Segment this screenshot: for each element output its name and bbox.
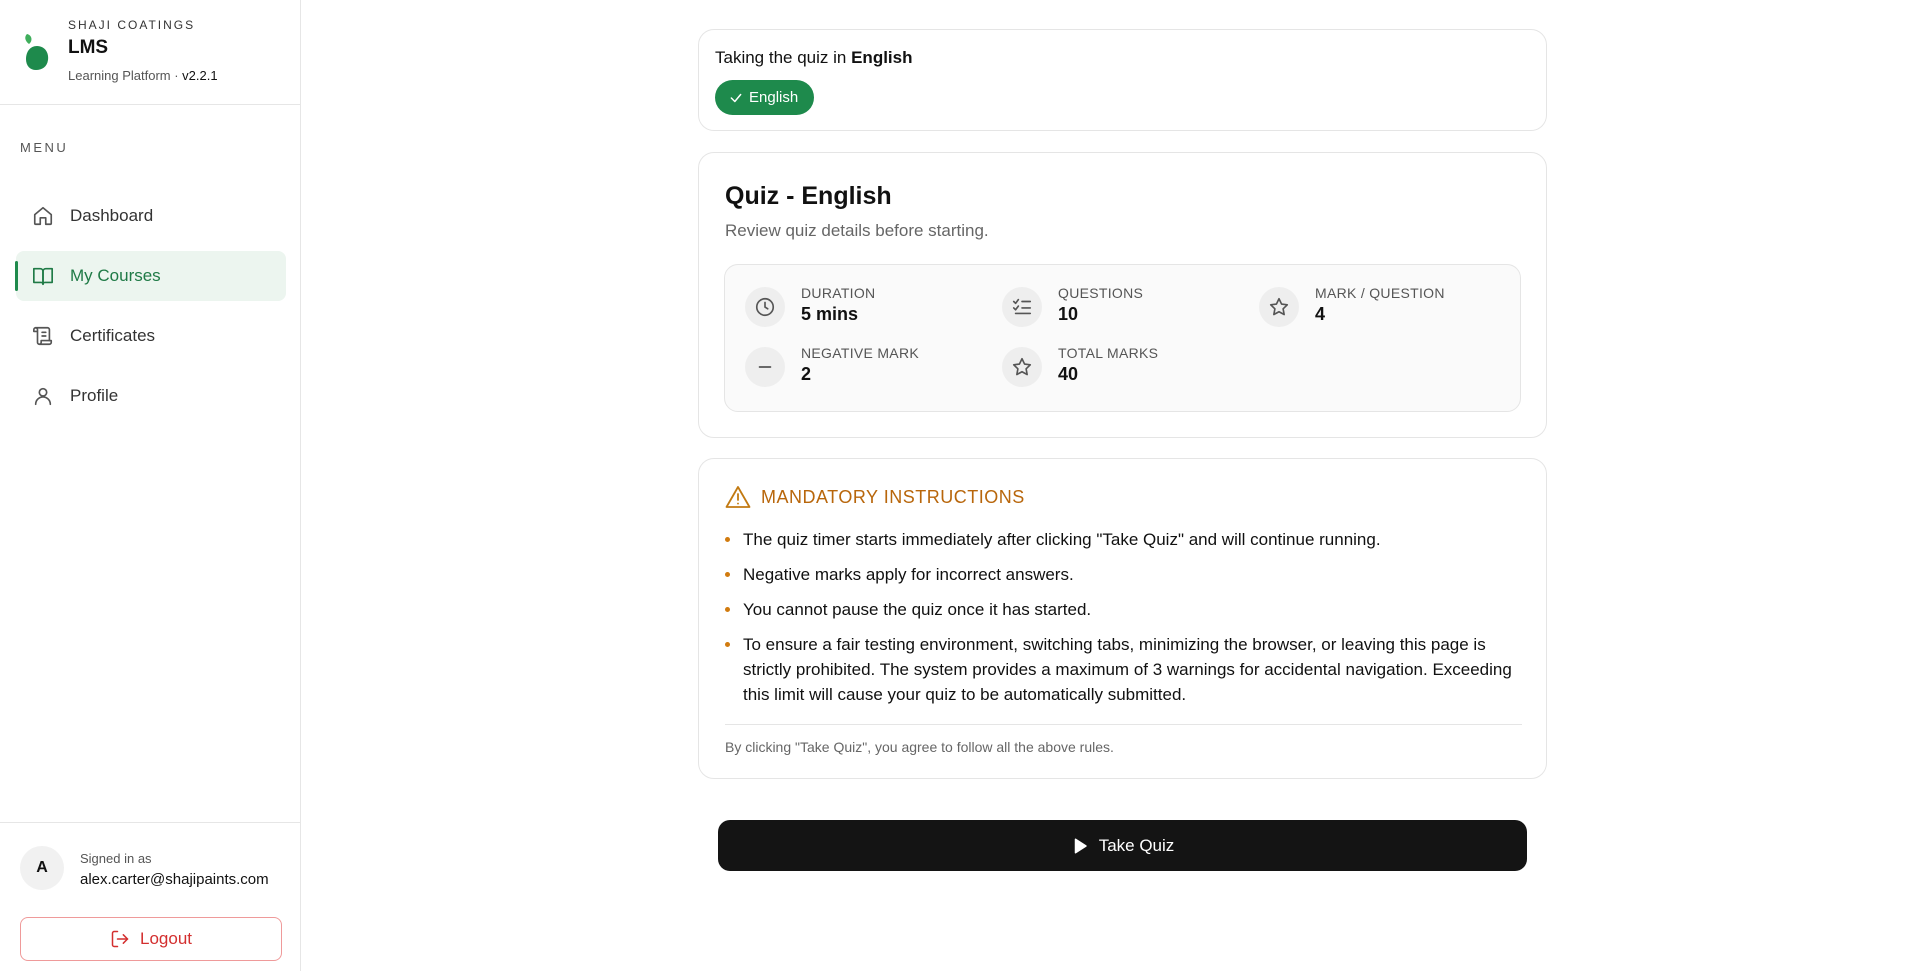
- brand-company: SHAJI COATINGS: [68, 18, 196, 32]
- sidebar-footer-divider: [0, 822, 301, 823]
- minus-icon: [745, 347, 785, 387]
- stat-total-marks: TOTAL MARKS 40: [1002, 345, 1242, 391]
- brand-name: LMS: [68, 37, 109, 58]
- stat-mark-per-question: MARK / QUESTION 4: [1259, 285, 1499, 331]
- instructions-title: MANDATORY INSTRUCTIONS: [761, 486, 1025, 507]
- language-chip-label: English: [749, 89, 799, 106]
- logout-button[interactable]: Logout: [20, 917, 282, 961]
- quiz-stats: DURATION 5 mins QUESTIONS 10 MARK / QUES…: [724, 264, 1521, 412]
- take-quiz-button[interactable]: Take Quiz: [718, 820, 1527, 871]
- sidebar-item-dashboard[interactable]: Dashboard: [16, 191, 286, 241]
- play-icon: [1071, 837, 1089, 855]
- brand-logo-icon: [25, 34, 49, 70]
- stat-value: 4: [1315, 304, 1326, 324]
- sidebar-item-label: Certificates: [70, 326, 156, 345]
- check-icon: [729, 91, 743, 105]
- star-icon: [1259, 287, 1299, 327]
- stat-value: 10: [1058, 304, 1079, 324]
- brand-subtitle: Learning Platform · v2.2.1: [68, 68, 218, 83]
- signed-in-label: Signed in as: [80, 851, 152, 866]
- stat-label: NEGATIVE MARK: [801, 345, 919, 361]
- brand: SHAJI COATINGS LMS Learning Platform · v…: [24, 18, 284, 88]
- take-quiz-label: Take Quiz: [1098, 835, 1175, 855]
- instructions-card: MANDATORY INSTRUCTIONS The quiz timer st…: [698, 458, 1547, 779]
- language-current: English: [851, 48, 913, 67]
- warning-icon: [725, 485, 751, 509]
- list-checks-icon: [1002, 287, 1042, 327]
- quiz-details-card: Quiz - English Review quiz details befor…: [698, 152, 1547, 438]
- user-email: alex.carter@shajipaints.com: [80, 871, 269, 888]
- book-open-icon: [32, 265, 54, 287]
- language-chip-english[interactable]: English: [715, 80, 815, 115]
- clock-icon: [745, 287, 785, 327]
- stat-duration: DURATION 5 mins: [745, 285, 985, 331]
- stat-negative-mark: NEGATIVE MARK 2: [745, 345, 985, 391]
- sidebar-item-certificates[interactable]: Certificates: [16, 311, 286, 361]
- avatar: A: [20, 846, 64, 890]
- sidebar-item-my-courses[interactable]: My Courses: [15, 251, 286, 301]
- instruction-item: You cannot pause the quiz once it has st…: [725, 597, 1515, 622]
- quiz-title: Quiz - English: [725, 182, 892, 210]
- instruction-item: Negative marks apply for incorrect answe…: [725, 562, 1515, 587]
- stat-value: 40: [1058, 364, 1079, 384]
- sidebar-nav: Dashboard My Courses Certificates Profil…: [15, 191, 286, 431]
- brand-version: v2.2.1: [182, 68, 218, 83]
- sidebar-item-label: Profile: [70, 386, 119, 405]
- sidebar-item-label: My Courses: [70, 266, 161, 285]
- instruction-item: The quiz timer starts immediately after …: [725, 527, 1515, 552]
- quiz-subtitle: Review quiz details before starting.: [725, 221, 989, 240]
- sidebar-item-profile[interactable]: Profile: [16, 371, 286, 421]
- brand-subtitle-text: Learning Platform ·: [68, 68, 183, 83]
- sidebar-divider: [0, 104, 301, 105]
- user-icon: [32, 385, 54, 407]
- stat-questions: QUESTIONS 10: [1002, 285, 1242, 331]
- stat-label: MARK / QUESTION: [1315, 285, 1445, 301]
- home-icon: [32, 205, 54, 227]
- instructions-footer: By clicking "Take Quiz", you agree to fo…: [725, 739, 1114, 755]
- menu-title: MENU: [20, 140, 69, 155]
- sidebar-item-label: Dashboard: [70, 206, 154, 225]
- instructions-list: The quiz timer starts immediately after …: [725, 527, 1515, 717]
- instructions-divider: [725, 724, 1522, 725]
- language-card: Taking the quiz in English English: [698, 29, 1547, 131]
- star-icon: [1002, 347, 1042, 387]
- language-prefix: Taking the quiz in: [715, 48, 852, 67]
- stat-value: 5 mins: [801, 304, 859, 324]
- language-text: Taking the quiz in English: [715, 48, 913, 68]
- scroll-icon: [32, 325, 54, 347]
- instructions-header: MANDATORY INSTRUCTIONS: [725, 485, 1025, 509]
- instruction-item: To ensure a fair testing environment, sw…: [725, 632, 1515, 707]
- logout-icon: [110, 929, 130, 949]
- stat-label: QUESTIONS: [1058, 285, 1144, 301]
- sidebar: SHAJI COATINGS LMS Learning Platform · v…: [0, 0, 301, 971]
- stat-value: 2: [801, 364, 812, 384]
- stat-label: TOTAL MARKS: [1058, 345, 1159, 361]
- logout-label: Logout: [140, 929, 192, 948]
- stat-label: DURATION: [801, 285, 876, 301]
